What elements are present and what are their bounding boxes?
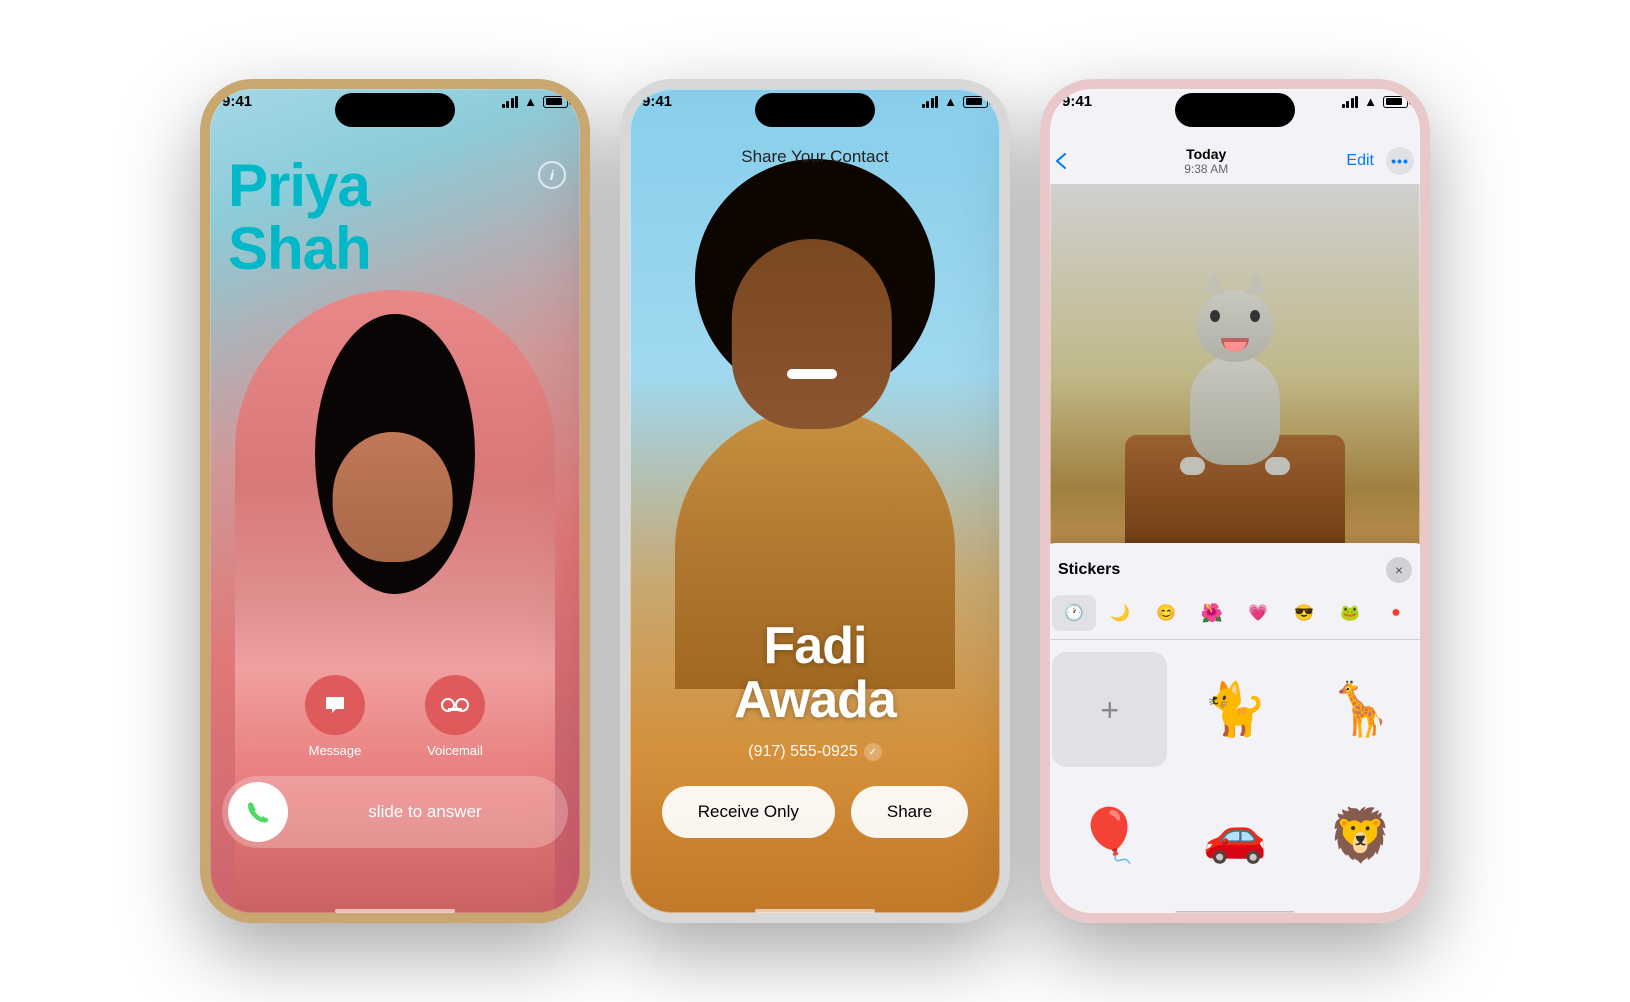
- phone2-battery-fill: [966, 98, 982, 105]
- phone3-wifi-icon: ▲: [1364, 94, 1377, 109]
- stickers-tabs: 🕐 🌙 😊 🌺 💗 😎 🐸 ●: [1040, 591, 1430, 640]
- phone1-message-label: Message: [309, 743, 362, 758]
- phone2-dynamic-island: [755, 93, 875, 127]
- phone1-info-button[interactable]: i: [538, 161, 566, 189]
- phone2-name-line2: Awada: [620, 673, 1010, 728]
- phone3-time: 9:41: [1062, 93, 1092, 110]
- phone2-battery-icon: [963, 96, 988, 108]
- sticker-cat[interactable]: 🐈: [1177, 652, 1292, 767]
- sticker-tab-moon[interactable]: 🌙: [1098, 595, 1142, 631]
- stickers-header: Stickers ×: [1040, 543, 1430, 591]
- phone2-phone-number: (917) 555-0925 ✓: [620, 743, 1010, 761]
- sticker-lion[interactable]: 🦁: [1303, 777, 1418, 892]
- phone1-action-buttons: Message Voicemail: [200, 675, 590, 758]
- phone2-time: 9:41: [642, 93, 672, 110]
- phone1-caller-name-line1: Priya: [228, 154, 371, 217]
- phone2-share-title: Share Your Contact: [620, 147, 1010, 167]
- phone1-answer-text: slide to answer: [288, 802, 562, 822]
- phone2-name-line1: Fadi: [620, 619, 1010, 674]
- phone1-info-icon: i: [550, 167, 554, 183]
- sticker-tab-recent[interactable]: 🕐: [1052, 595, 1096, 631]
- phone1-message-icon: [305, 675, 365, 735]
- phone2-receive-only-button[interactable]: Receive Only: [662, 786, 835, 838]
- phone1-battery-fill: [546, 98, 562, 105]
- phone2-action-buttons: Receive Only Share: [620, 786, 1010, 838]
- phone3-back-button[interactable]: [1056, 153, 1066, 169]
- phone3-battery-icon: [1383, 96, 1408, 108]
- phone2-home-indicator: [755, 909, 875, 913]
- phone1-home-indicator: [335, 909, 455, 913]
- phone3-nav-subtitle: 9:38 AM: [1066, 162, 1346, 176]
- phone1-slide-to-answer[interactable]: slide to answer: [222, 776, 568, 848]
- stickers-title: Stickers: [1058, 561, 1120, 579]
- stickers-panel: Stickers × 🕐 🌙 😊 🌺 💗 😎 🐸 ● +: [1040, 543, 1430, 923]
- sticker-add-button[interactable]: +: [1052, 652, 1167, 767]
- sticker-balloon[interactable]: 🎈: [1052, 777, 1167, 892]
- stickers-close-button[interactable]: ×: [1386, 557, 1412, 583]
- phone3-cat: [1190, 355, 1280, 465]
- phone3-nav-center: Today 9:38 AM: [1066, 146, 1346, 176]
- phone3-status-icons: ▲: [1342, 94, 1408, 109]
- stickers-grid: + 🐈 🦒 🎈 🚗 🦁: [1040, 640, 1430, 905]
- phone1-answer-button[interactable]: [228, 782, 288, 842]
- phone1-caller-name: Priya Shah: [228, 154, 371, 280]
- phone1-message-action[interactable]: Message: [305, 675, 365, 758]
- phone2-contact-name: Fadi Awada: [620, 619, 1010, 728]
- phone3-ellipsis-icon: •••: [1391, 153, 1409, 169]
- phone1-status-icons: ▲: [502, 94, 568, 109]
- phone3-dynamic-island: [1175, 93, 1295, 127]
- sticker-giraffe[interactable]: 🦒: [1303, 652, 1418, 767]
- phone3-more-button[interactable]: •••: [1386, 147, 1414, 175]
- phone2-wifi-icon: ▲: [944, 94, 957, 109]
- phone3-nav-actions: Edit •••: [1346, 147, 1414, 175]
- phone2-share-button[interactable]: Share: [851, 786, 968, 838]
- phone1-time: 9:41: [222, 93, 252, 110]
- phone3-home-indicator: [1175, 911, 1295, 915]
- sticker-car[interactable]: 🚗: [1177, 777, 1292, 892]
- sticker-add-icon: +: [1100, 694, 1119, 726]
- phone1-screen: 9:41 ▲ Priya Shah i: [200, 79, 590, 923]
- phone1-dynamic-island: [335, 93, 455, 127]
- phone3-edit-button[interactable]: Edit: [1346, 152, 1374, 170]
- phone3-signal: [1342, 96, 1359, 108]
- phone1-battery-icon: [543, 96, 568, 108]
- phone1-signal: [502, 96, 519, 108]
- phone-3-messages-stickers: 9:41 ▲ Today 9: [1040, 79, 1430, 923]
- phone1-voicemail-label: Voicemail: [427, 743, 483, 758]
- sticker-tab-smile[interactable]: 😊: [1144, 595, 1188, 631]
- sticker-tab-flower[interactable]: 🌺: [1190, 595, 1234, 631]
- phone-1-incoming-call: 9:41 ▲ Priya Shah i: [200, 79, 590, 923]
- phone3-navbar: Today 9:38 AM Edit •••: [1040, 137, 1430, 185]
- phone3-cat-image: [1040, 185, 1430, 565]
- sticker-tab-more[interactable]: ●: [1374, 595, 1418, 631]
- phone3-screen: 9:41 ▲ Today 9: [1040, 79, 1430, 923]
- phone1-caller-name-line2: Shah: [228, 217, 371, 280]
- phone2-signal: [922, 96, 939, 108]
- phone2-status-icons: ▲: [922, 94, 988, 109]
- phone1-voicemail-icon: [425, 675, 485, 735]
- phone3-nav-title: Today: [1066, 146, 1346, 162]
- phone2-verified-icon: ✓: [864, 743, 882, 761]
- stickers-close-icon: ×: [1395, 562, 1403, 578]
- phone1-wifi-icon: ▲: [524, 94, 537, 109]
- sticker-tab-heart[interactable]: 💗: [1236, 595, 1280, 631]
- sticker-tab-frog[interactable]: 🐸: [1328, 595, 1372, 631]
- sticker-tab-cool[interactable]: 😎: [1282, 595, 1326, 631]
- phone2-screen: 9:41 ▲ Share Your Contact Fadi: [620, 79, 1010, 923]
- phone3-battery-fill: [1386, 98, 1402, 105]
- phone-2-share-contact: 9:41 ▲ Share Your Contact Fadi: [620, 79, 1010, 923]
- phone1-voicemail-action[interactable]: Voicemail: [425, 675, 485, 758]
